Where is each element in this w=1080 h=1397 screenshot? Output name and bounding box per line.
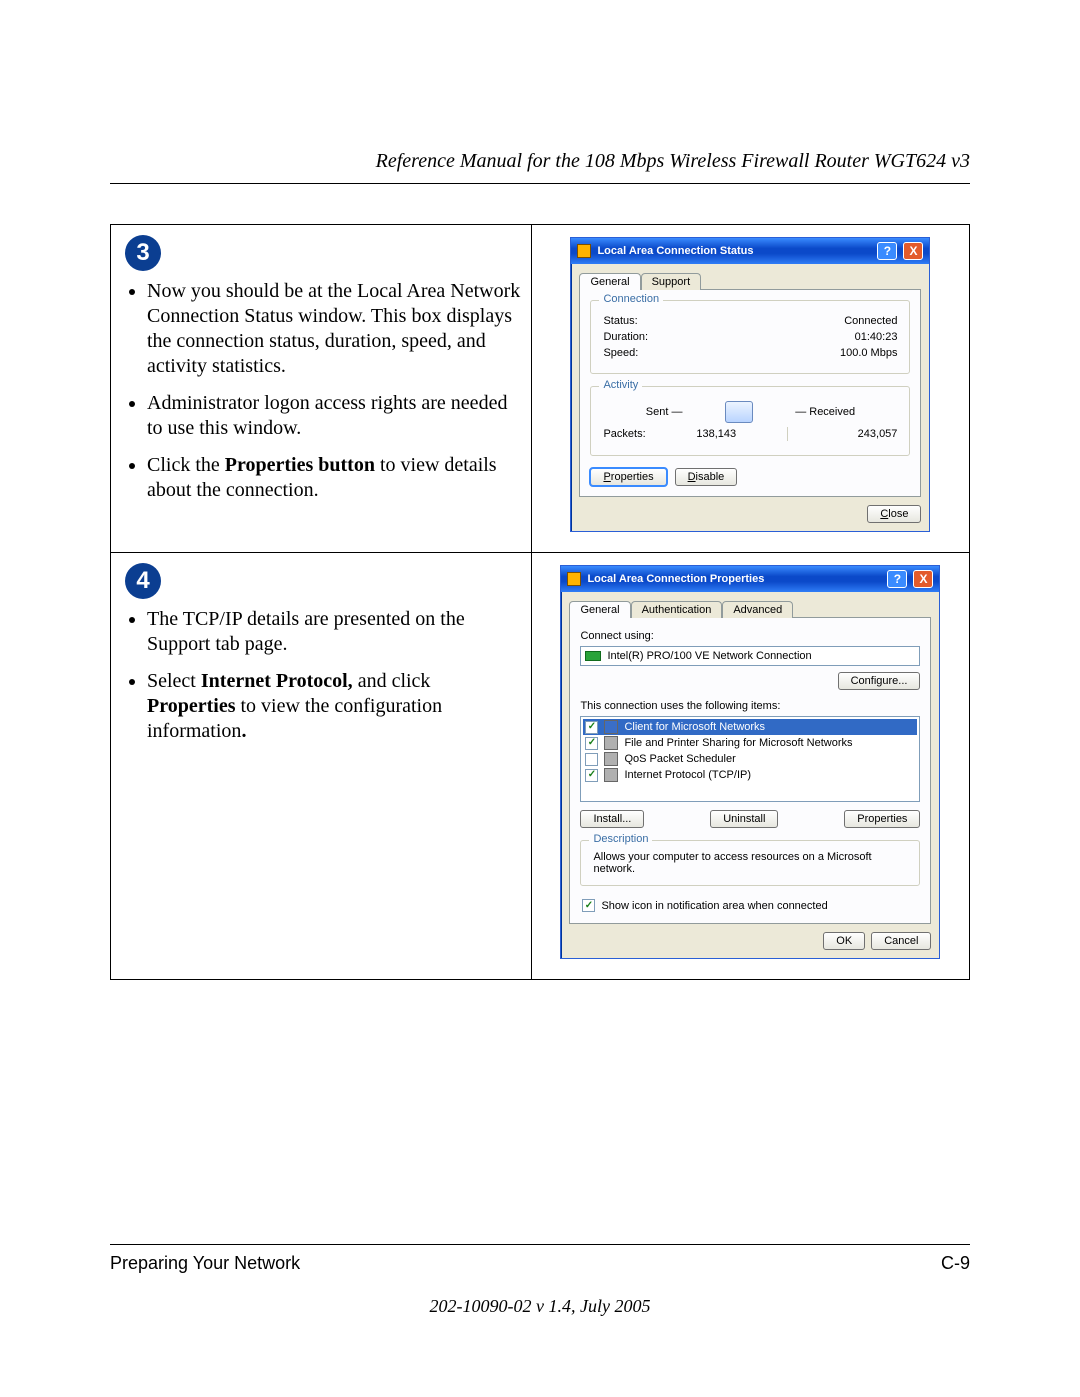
list-item[interactable]: ✓ File and Printer Sharing for Microsoft …	[583, 735, 917, 751]
list-item[interactable]: ✓ Internet Protocol (TCP/IP)	[583, 767, 917, 783]
component-icon	[604, 736, 618, 750]
duration-label: Duration:	[603, 331, 648, 343]
configure-button[interactable]: Configure...	[838, 672, 921, 690]
cancel-button[interactable]: Cancel	[871, 932, 931, 950]
tab-general[interactable]: General	[569, 601, 630, 618]
list-item[interactable]: ✓ Client for Microsoft Networks	[583, 719, 917, 735]
step4-bullet1: The TCP/IP details are presented on the …	[147, 607, 521, 657]
checkbox[interactable]: ✓	[585, 721, 598, 734]
steps-table: 3 Now you should be at the Local Area Ne…	[110, 224, 970, 980]
close-button[interactable]: Close	[867, 505, 921, 523]
step3-bullet3: Click the Properties button to view deta…	[147, 453, 521, 503]
step3-text-cell: 3 Now you should be at the Local Area Ne…	[111, 225, 532, 553]
footer-pagenum: C-9	[941, 1253, 970, 1274]
manual-title: Reference Manual for the 108 Mbps Wirele…	[110, 150, 970, 184]
list-item-label: QoS Packet Scheduler	[624, 753, 735, 765]
status-label: Status:	[603, 315, 637, 327]
speed-value: 100.0 Mbps	[840, 347, 897, 359]
show-icon-label: Show icon in notification area when conn…	[601, 900, 827, 912]
list-item-label: Internet Protocol (TCP/IP)	[624, 769, 751, 781]
disable-button[interactable]: Disable	[675, 468, 738, 486]
description-legend: Description	[589, 833, 652, 845]
show-icon-checkbox[interactable]: ✓	[582, 899, 595, 912]
adapter-field: Intel(R) PRO/100 VE Network Connection	[580, 646, 920, 666]
close-icon[interactable]: X	[903, 242, 923, 260]
duration-value: 01:40:23	[855, 331, 898, 343]
description-group: Description Allows your computer to acce…	[580, 840, 920, 886]
components-listbox[interactable]: ✓ Client for Microsoft Networks ✓ File and …	[580, 716, 920, 802]
step3-bullet1: Now you should be at the Local Area Netw…	[147, 279, 521, 379]
step-badge-3: 3	[125, 235, 161, 271]
show-icon-checkbox-row[interactable]: ✓ Show icon in notification area when co…	[580, 898, 920, 913]
close-icon[interactable]: X	[913, 570, 933, 588]
help-button[interactable]: ?	[887, 570, 907, 588]
footer-section: Preparing Your Network	[110, 1253, 300, 1274]
lan-status-title: Local Area Connection Status	[597, 245, 753, 257]
component-icon	[604, 768, 618, 782]
lan-status-window: Local Area Connection Status ? X General…	[570, 237, 930, 532]
tab-advanced[interactable]: Advanced	[722, 601, 793, 618]
nic-icon	[585, 651, 601, 661]
adapter-name: Intel(R) PRO/100 VE Network Connection	[607, 650, 811, 662]
packets-sent-value: 138,143	[696, 428, 736, 440]
items-label: This connection uses the following items…	[580, 700, 920, 712]
tab-authentication[interactable]: Authentication	[631, 601, 723, 618]
window-icon	[567, 572, 581, 586]
packets-recv-value: 243,057	[858, 428, 898, 440]
step4-text-cell: 4 The TCP/IP details are presented on th…	[111, 553, 532, 980]
component-properties-button[interactable]: Properties	[844, 810, 920, 828]
doc-meta: 202-10090-02 v 1.4, July 2005	[110, 1296, 970, 1317]
connect-using-label: Connect using:	[580, 630, 920, 642]
activity-legend: Activity	[599, 379, 642, 391]
lan-properties-title: Local Area Connection Properties	[587, 573, 764, 585]
connection-legend: Connection	[599, 293, 663, 305]
lan-status-titlebar[interactable]: Local Area Connection Status ? X	[571, 238, 929, 264]
window-icon	[577, 244, 591, 258]
list-item[interactable]: QoS Packet Scheduler	[583, 751, 917, 767]
status-value: Connected	[844, 315, 897, 327]
connection-group: Connection Status:Connected Duration:01:…	[590, 300, 910, 374]
step3-bullet2: Administrator logon access rights are ne…	[147, 391, 521, 441]
step-badge-4: 4	[125, 563, 161, 599]
step3-figure-cell: Local Area Connection Status ? X General…	[531, 225, 969, 553]
activity-group: Activity Sent — — Received Packets:	[590, 386, 910, 456]
packets-label: Packets:	[603, 428, 645, 440]
description-text: Allows your computer to access resources…	[593, 851, 907, 875]
lan-properties-window: Local Area Connection Properties ? X Gen…	[560, 565, 940, 959]
uninstall-button[interactable]: Uninstall	[710, 810, 778, 828]
lan-properties-titlebar[interactable]: Local Area Connection Properties ? X	[561, 566, 939, 592]
step4-figure-cell: Local Area Connection Properties ? X Gen…	[531, 553, 969, 980]
checkbox[interactable]: ✓	[585, 769, 598, 782]
speed-label: Speed:	[603, 347, 638, 359]
tab-support[interactable]: Support	[641, 273, 702, 290]
list-item-label: Client for Microsoft Networks	[624, 721, 765, 733]
install-button[interactable]: Install...	[580, 810, 644, 828]
activity-icon	[725, 401, 753, 423]
component-icon	[604, 752, 618, 766]
checkbox[interactable]: ✓	[585, 737, 598, 750]
tab-general[interactable]: General	[579, 273, 640, 290]
page-footer: Preparing Your Network C-9	[110, 1244, 970, 1274]
component-icon	[604, 720, 618, 734]
help-button[interactable]: ?	[877, 242, 897, 260]
step4-bullet2: Select Internet Protocol, and click Prop…	[147, 669, 521, 744]
list-item-label: File and Printer Sharing for Microsoft N…	[624, 737, 852, 749]
sent-label: Sent —	[646, 406, 683, 418]
checkbox[interactable]	[585, 753, 598, 766]
properties-button[interactable]: Properties	[590, 468, 666, 486]
ok-button[interactable]: OK	[823, 932, 865, 950]
received-label: — Received	[795, 406, 855, 418]
